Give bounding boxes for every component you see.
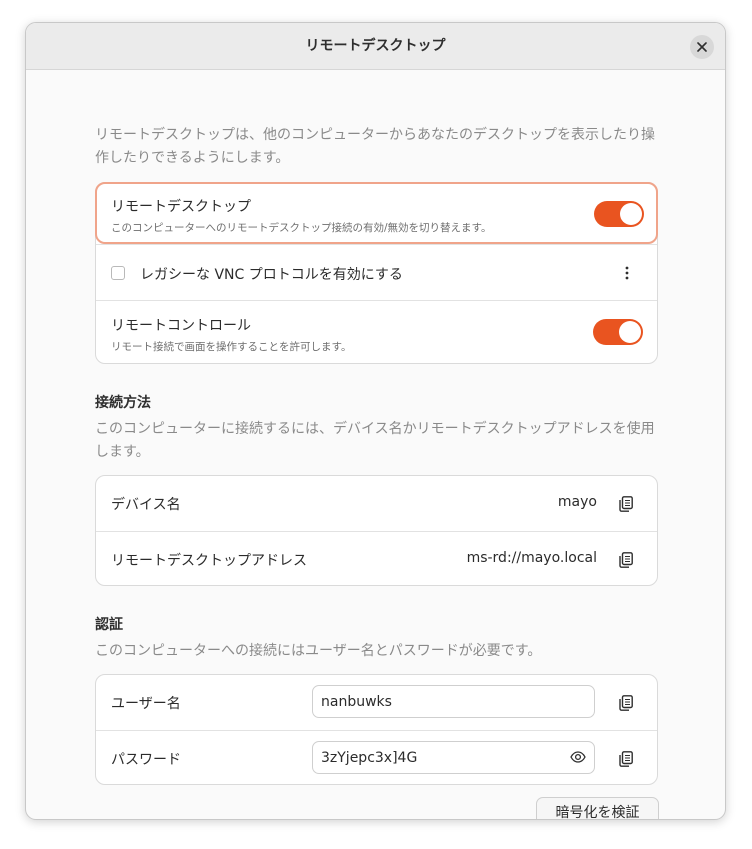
auth-description: このコンピューターへの接続にはユーザー名とパスワードが必要です。 [95,643,542,659]
username-row: ユーザー名 [96,675,657,730]
remote-address-label: リモートデスクトップアドレス [111,553,307,569]
verify-encryption-button[interactable]: 暗号化を検証 [536,797,659,819]
remote-control-title: リモートコントロール [111,318,251,334]
eye-icon[interactable] [570,751,586,763]
remote-control-toggle[interactable] [593,319,643,345]
remote-desktop-subtitle: このコンピューターへのリモートデスクトップ接続の有効/無効を切り替えます。 [111,222,492,234]
remote-desktop-window: リモートデスクトップ リモートデスクトップは、他のコンピューターからあなたのデス… [25,22,726,820]
more-options-icon[interactable] [625,266,629,280]
remote-desktop-toggle[interactable] [594,201,644,227]
connect-heading: 接続方法 [95,395,151,411]
intro-description: リモートデスクトップは、他のコンピューターからあなたのデスクトップを表示したり操… [95,127,655,166]
username-field[interactable] [312,685,595,718]
password-input[interactable] [321,748,551,768]
toggle-knob [620,203,642,225]
copy-icon[interactable] [619,695,633,711]
connect-card: デバイス名 mayo リモートデスクトップアドレス ms-rd://mayo.l… [95,475,658,586]
close-icon [697,42,707,52]
device-name-row: デバイス名 mayo [96,476,657,531]
copy-icon[interactable] [619,496,633,512]
copy-icon[interactable] [619,751,633,767]
username-label: ユーザー名 [111,696,181,712]
device-name-label: デバイス名 [111,497,181,513]
password-label: パスワード [111,752,181,768]
remote-control-row: リモートコントロール リモート接続で画面を操作することを許可します。 [96,300,657,363]
titlebar: リモートデスクトップ [26,23,725,70]
toggle-knob [619,321,641,343]
legacy-vnc-row[interactable]: レガシーな VNC プロトコルを有効にする [96,244,657,300]
remote-desktop-row: リモートデスクトップ このコンピューターへのリモートデスクトップ接続の有効/無効… [95,182,658,244]
auth-heading: 認証 [95,617,123,633]
password-row: パスワード [96,730,657,784]
password-field[interactable] [312,741,595,774]
remote-desktop-title: リモートデスクトップ [111,199,251,215]
copy-icon[interactable] [619,552,633,568]
auth-card: ユーザー名 パスワード [95,674,658,785]
remote-address-row: リモートデスクトップアドレス ms-rd://mayo.local [96,531,657,585]
username-input[interactable] [321,692,551,712]
remote-control-subtitle: リモート接続で画面を操作することを許可します。 [111,341,352,353]
connect-description: このコンピューターに接続するには、デバイス名かリモートデスクトップアドレスを使用… [95,421,655,460]
remote-address-value: ms-rd://mayo.local [466,550,597,566]
window-title: リモートデスクトップ [305,38,446,54]
close-button[interactable] [690,35,714,59]
device-name-value: mayo [557,494,597,510]
legacy-vnc-checkbox[interactable] [111,266,125,280]
legacy-vnc-label: レガシーな VNC プロトコルを有効にする [140,267,403,283]
